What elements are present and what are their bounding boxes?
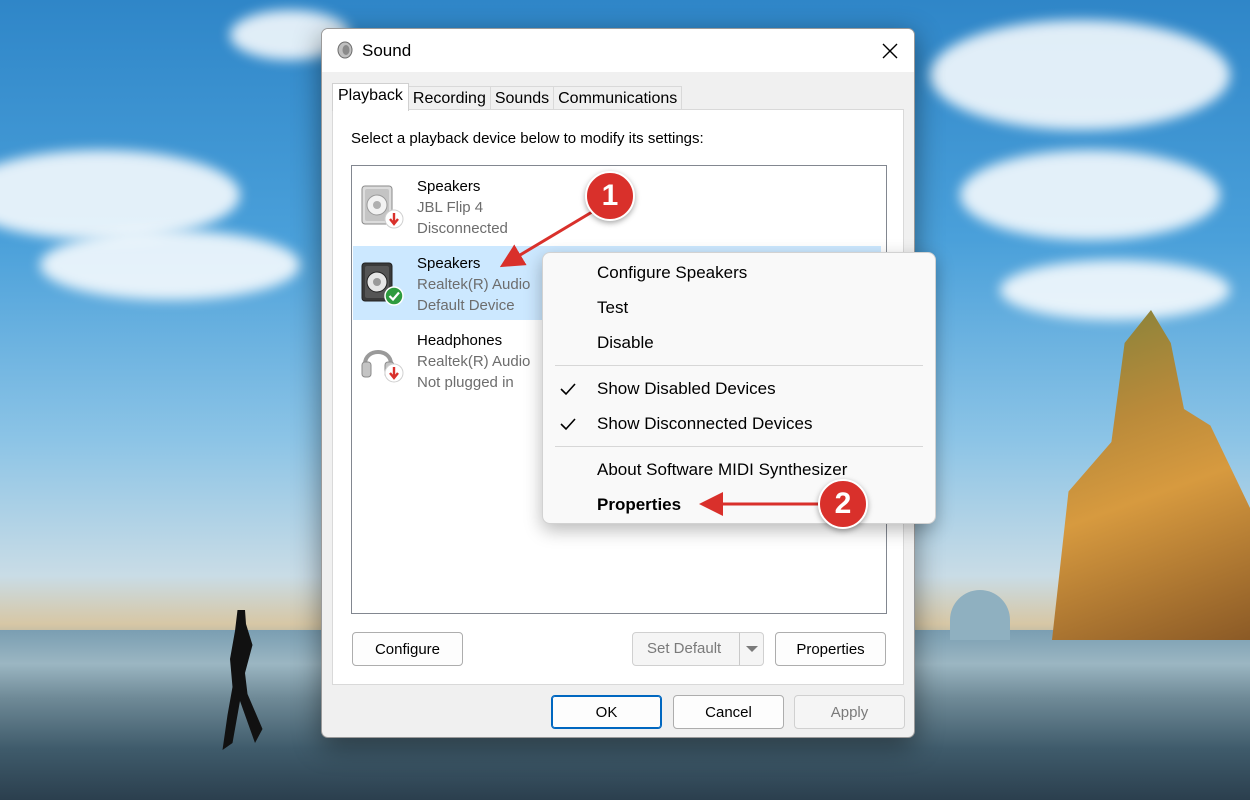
apply-button[interactable]: Apply <box>794 695 905 729</box>
title-bar: Sound <box>322 29 914 72</box>
menu-separator <box>555 365 923 366</box>
chevron-down-icon <box>746 646 758 652</box>
menu-item-label: Disable <box>597 333 654 352</box>
checkmark-icon <box>560 418 576 431</box>
menu-item-label: Show Disabled Devices <box>597 379 776 398</box>
device-name: Speakers <box>417 178 481 195</box>
set-default-split-button[interactable]: Set Default <box>632 632 764 666</box>
menu-item-label: Properties <box>597 495 682 514</box>
tab-sounds[interactable]: Sounds <box>489 86 555 111</box>
tab-strip: Playback Recording Sounds Communications <box>332 83 683 111</box>
cancel-button[interactable]: Cancel <box>673 695 784 729</box>
set-default-label: Set Default <box>647 640 722 657</box>
tab-communications[interactable]: Communications <box>553 86 683 111</box>
device-description: Realtek(R) Audio <box>417 276 531 293</box>
headphones-icon <box>361 350 404 383</box>
tab-recording[interactable]: Recording <box>407 86 491 111</box>
annotation-badge-1: 1 <box>585 171 635 221</box>
close-button[interactable] <box>866 29 914 72</box>
ok-button[interactable]: OK <box>551 695 662 729</box>
menu-item-disable[interactable]: Disable <box>543 326 935 360</box>
menu-item-configure-speakers[interactable]: Configure Speakers <box>543 256 935 290</box>
menu-item-properties[interactable]: Properties <box>543 488 935 522</box>
device-context-menu: Configure Speakers Test Disable Show Dis… <box>542 252 936 524</box>
annotation-badge-2: 2 <box>818 479 868 529</box>
menu-item-test[interactable]: Test <box>543 291 935 325</box>
close-icon <box>882 43 898 58</box>
set-default-dropdown[interactable] <box>739 633 764 665</box>
window-title: Sound <box>362 41 412 60</box>
device-name: Headphones <box>417 332 503 349</box>
device-name: Speakers <box>417 255 481 272</box>
speaker-app-icon <box>337 41 353 59</box>
properties-button[interactable]: Properties <box>775 632 886 666</box>
device-status: Default Device <box>417 297 515 314</box>
tab-playback[interactable]: Playback <box>332 83 409 111</box>
menu-item-label: About Software MIDI Synthesizer <box>597 460 848 479</box>
menu-item-show-disabled-devices[interactable]: Show Disabled Devices <box>543 372 935 406</box>
menu-item-label: Show Disconnected Devices <box>597 414 813 433</box>
instructions-text: Select a playback device below to modify… <box>351 130 704 147</box>
menu-item-label: Configure Speakers <box>597 263 748 282</box>
menu-item-about-midi[interactable]: About Software MIDI Synthesizer <box>543 453 935 487</box>
device-status: Not plugged in <box>417 374 514 391</box>
menu-item-label: Test <box>597 298 629 317</box>
speaker-icon <box>361 262 404 306</box>
device-description: Realtek(R) Audio <box>417 353 531 370</box>
configure-button[interactable]: Configure <box>352 632 463 666</box>
speaker-icon <box>361 185 404 229</box>
device-description: JBL Flip 4 <box>417 199 484 216</box>
device-status: Disconnected <box>417 220 508 237</box>
menu-separator <box>555 446 923 447</box>
menu-item-show-disconnected-devices[interactable]: Show Disconnected Devices <box>543 407 935 441</box>
checkmark-icon <box>560 383 576 396</box>
